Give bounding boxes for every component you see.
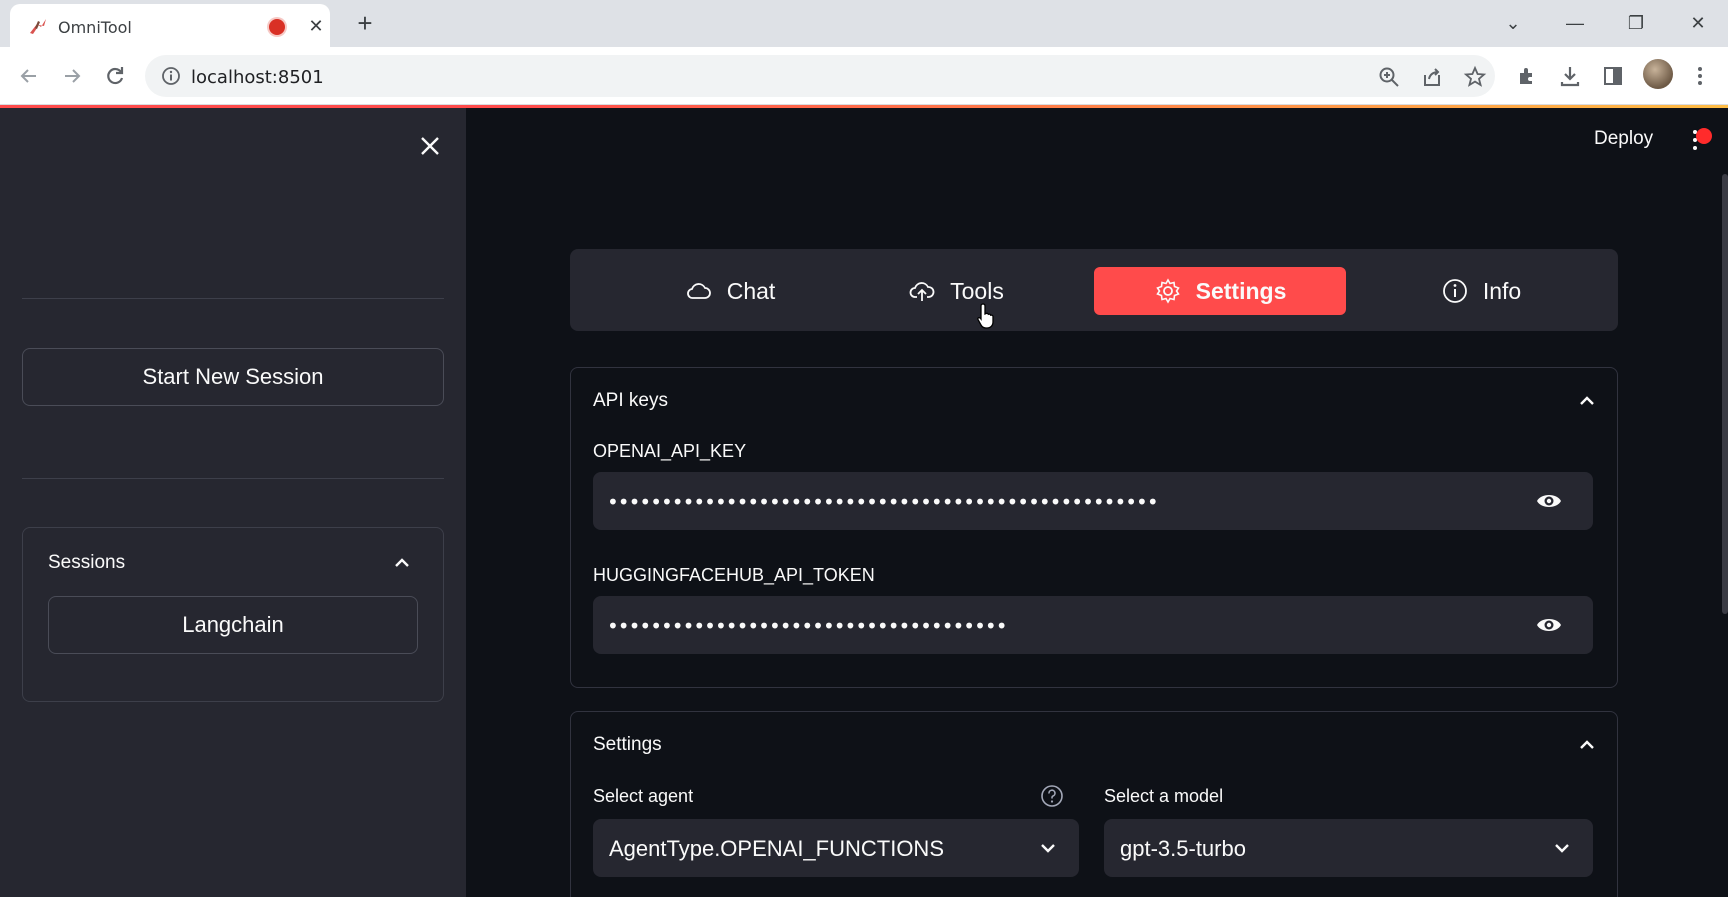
api-keys-expander: API keys OPENAI_API_KEY ••••••••••••••••…	[570, 367, 1618, 688]
agent-select[interactable]: AgentType.OPENAI_FUNCTIONS	[593, 819, 1079, 877]
info-icon	[1442, 279, 1467, 303]
gear-icon	[1155, 278, 1180, 304]
tab-settings[interactable]: Settings	[1094, 267, 1346, 315]
tab-close-icon[interactable]: ✕	[305, 15, 327, 37]
select-model-label: Select a model	[1104, 786, 1224, 806]
tab-search-icon[interactable]: ⌄	[1498, 8, 1528, 38]
api-keys-title: API keys	[593, 390, 668, 411]
huggingface-token-value: •••••••••••••••••••••••••••••••••••••	[607, 614, 1007, 638]
start-new-session-button[interactable]: Start New Session	[22, 348, 444, 406]
chevron-up-icon[interactable]	[1576, 390, 1598, 412]
share-icon[interactable]	[1420, 65, 1444, 89]
tab-chat-label: Chat	[726, 277, 776, 304]
reload-icon[interactable]	[100, 61, 130, 91]
browser-toolbar: localhost:8501	[0, 47, 1728, 105]
sessions-title: Sessions	[48, 552, 126, 573]
chevron-up-icon[interactable]	[1576, 734, 1598, 756]
chevron-up-icon[interactable]	[391, 552, 413, 574]
openai-key-label: OPENAI_API_KEY	[593, 441, 747, 461]
session-item-langchain[interactable]: Langchain	[48, 596, 418, 654]
sessions-expander: Sessions Langchain	[22, 527, 444, 702]
deploy-button[interactable]: Deploy	[1594, 128, 1653, 150]
bookmark-star-icon[interactable]	[1463, 65, 1487, 89]
option-menu: Chat Tools Settings Info	[570, 249, 1618, 331]
close-icon[interactable]	[416, 132, 444, 160]
huggingface-token-input[interactable]: •••••••••••••••••••••••••••••••••••••	[593, 596, 1593, 654]
openai-key-value: ••••••••••••••••••••••••••••••••••••••••…	[607, 490, 1159, 514]
recording-indicator-icon	[269, 19, 285, 35]
side-panel-icon[interactable]	[1598, 61, 1628, 91]
scrollbar[interactable]	[1722, 174, 1728, 614]
settings-title: Settings	[593, 734, 662, 755]
site-info-icon[interactable]	[161, 66, 181, 86]
model-select[interactable]: gpt-3.5-turbo	[1104, 819, 1593, 877]
browser-menu-icon[interactable]	[1685, 61, 1715, 91]
chevron-down-icon	[1555, 844, 1569, 853]
address-bar[interactable]: localhost:8501	[145, 55, 1495, 97]
cloud-upload-icon	[909, 282, 935, 301]
profile-avatar[interactable]	[1643, 59, 1673, 89]
tab-settings-label: Settings	[1195, 277, 1287, 304]
sidebar: Start New Session Sessions Langchain	[0, 108, 466, 897]
extensions-icon[interactable]	[1512, 61, 1542, 91]
back-arrow-icon[interactable]	[14, 61, 44, 91]
window-close-button[interactable]: ✕	[1683, 8, 1713, 38]
cloud-icon	[686, 283, 711, 299]
tab-tools[interactable]: Tools	[886, 267, 1026, 315]
browser-tabstrip: OmniTool ✕ + ⌄ — ❐ ✕	[0, 0, 1728, 47]
minimize-button[interactable]: —	[1560, 8, 1590, 38]
show-password-eye-icon[interactable]	[1535, 613, 1563, 637]
openai-key-input[interactable]: ••••••••••••••••••••••••••••••••••••••••…	[593, 472, 1593, 530]
huggingface-token-label: HUGGINGFACEHUB_API_TOKEN	[593, 565, 875, 585]
sidebar-divider	[22, 298, 444, 299]
settings-expander: Settings Select agent Select a model Age…	[570, 711, 1618, 897]
main-content: Deploy Chat Tools Settings Info API keys…	[466, 108, 1728, 897]
forward-arrow-icon[interactable]	[57, 61, 87, 91]
tab-tools-label: Tools	[950, 277, 1004, 304]
tab-info-label: Info	[1482, 277, 1522, 304]
browser-tab[interactable]: OmniTool ✕	[10, 4, 330, 47]
new-tab-button[interactable]: +	[350, 8, 380, 38]
help-question-icon[interactable]	[1040, 784, 1064, 808]
select-agent-label: Select agent	[593, 786, 694, 806]
url-text: localhost:8501	[191, 67, 324, 88]
tab-info[interactable]: Info	[1416, 267, 1546, 315]
agent-select-value: AgentType.OPENAI_FUNCTIONS	[609, 836, 944, 861]
model-select-value: gpt-3.5-turbo	[1120, 836, 1246, 861]
sidebar-divider	[22, 478, 444, 479]
tab-title: OmniTool	[58, 18, 132, 37]
zoom-icon[interactable]	[1377, 65, 1401, 89]
show-password-eye-icon[interactable]	[1535, 489, 1563, 513]
omnitool-favicon-icon	[30, 19, 46, 34]
restore-button[interactable]: ❐	[1621, 8, 1651, 38]
hand-cursor-icon	[977, 303, 994, 329]
download-icon[interactable]	[1555, 61, 1585, 91]
chevron-down-icon	[1041, 844, 1055, 853]
tab-chat[interactable]: Chat	[660, 267, 800, 315]
status-dot-icon	[1696, 128, 1712, 144]
